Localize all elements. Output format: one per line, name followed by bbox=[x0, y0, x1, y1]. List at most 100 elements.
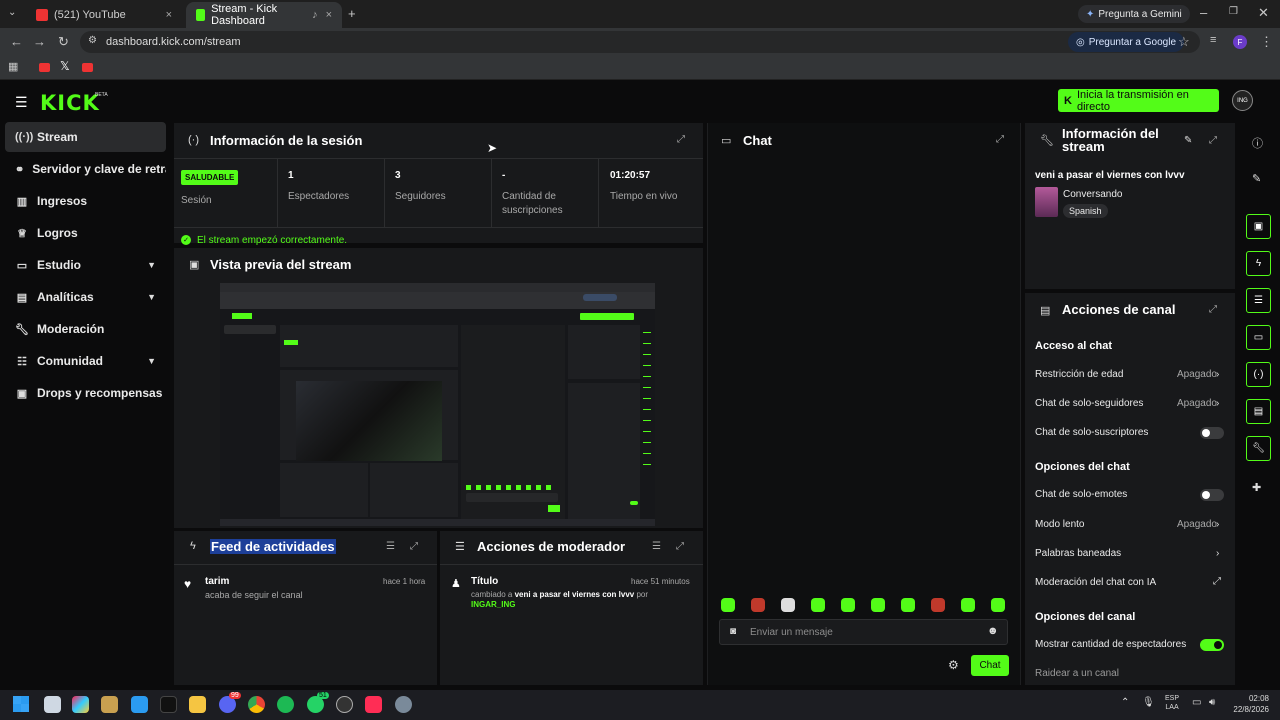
tab-kick-dashboard[interactable]: Stream - Kick Dashboard ♪ × bbox=[186, 2, 342, 28]
filter-icon[interactable]: ☰ bbox=[386, 541, 395, 552]
sidebar-item-studio[interactable]: ▭ Estudio ▼ bbox=[5, 250, 166, 280]
tray-chevron-icon[interactable]: ⌃ bbox=[1121, 697, 1129, 708]
emote-icon[interactable] bbox=[841, 598, 855, 612]
language-indicator[interactable]: ESP LAA bbox=[1165, 694, 1179, 712]
rail-stream-info-button[interactable]: 🔧︎ bbox=[1246, 436, 1271, 461]
emote-icon[interactable] bbox=[961, 598, 975, 612]
rail-activity-button[interactable]: ϟ bbox=[1246, 251, 1271, 276]
windows-start-icon[interactable] bbox=[13, 696, 29, 712]
expand-icon[interactable]: ⤢ bbox=[1209, 304, 1217, 315]
edit-pencil-icon[interactable]: ✎ bbox=[1184, 135, 1192, 146]
expand-icon[interactable]: ⤢ bbox=[676, 541, 684, 552]
sidebar-item-moderation[interactable]: 🔧︎ Moderación bbox=[5, 314, 166, 344]
tab-search-icon[interactable]: ⌄ bbox=[8, 7, 16, 18]
chrome-icon[interactable] bbox=[248, 696, 265, 713]
emote-icon[interactable] bbox=[931, 598, 945, 612]
stream-preview-video[interactable] bbox=[220, 283, 655, 526]
url-field[interactable]: ⚙ dashboard.kick.com/stream ◎ Preguntar … bbox=[80, 31, 1200, 53]
emote-icon[interactable] bbox=[871, 598, 885, 612]
obs-icon[interactable] bbox=[336, 696, 353, 713]
profile-avatar[interactable]: F bbox=[1233, 35, 1247, 49]
bookmark-star-icon[interactable]: ☆ bbox=[1178, 34, 1190, 50]
banned-words-label[interactable]: Palabras baneadas bbox=[1035, 548, 1121, 559]
expand-icon[interactable]: ⤢ bbox=[1209, 135, 1217, 146]
speaker-icon[interactable]: ♪ bbox=[312, 9, 318, 21]
filter-icon[interactable]: ☰ bbox=[652, 541, 661, 552]
external-link-icon[interactable]: ⤢ bbox=[1213, 576, 1221, 587]
chevron-right-icon[interactable]: › bbox=[1216, 519, 1219, 530]
youtube-bookmark-icon[interactable] bbox=[39, 63, 50, 72]
sidebar-item-achievements[interactable]: ♕ Logros bbox=[5, 218, 166, 248]
window-close-icon[interactable]: ✕ bbox=[1258, 5, 1269, 21]
add-widget-icon[interactable]: ✚ bbox=[1252, 481, 1261, 494]
minimize-icon[interactable]: – bbox=[1200, 5, 1207, 20]
app-icon[interactable] bbox=[101, 696, 118, 713]
tab-youtube[interactable]: (521) YouTube × bbox=[26, 2, 182, 28]
stream-category[interactable]: Conversando bbox=[1063, 189, 1122, 200]
close-icon[interactable]: × bbox=[166, 9, 172, 21]
go-live-button[interactable]: K Inicia la transmisión en directo bbox=[1058, 89, 1219, 113]
reading-list-icon[interactable]: ≡ bbox=[1210, 34, 1216, 46]
user-avatar[interactable]: ING bbox=[1232, 90, 1253, 111]
notes-app-icon[interactable] bbox=[131, 696, 148, 713]
sidebar-item-income[interactable]: ▥ Ingresos bbox=[5, 186, 166, 216]
rail-video-button[interactable]: ▣ bbox=[1246, 214, 1271, 239]
gemini-button[interactable]: ✦ Pregunta a Gemini bbox=[1078, 5, 1190, 23]
file-explorer-icon[interactable] bbox=[189, 696, 206, 713]
maximize-icon[interactable]: ❐ bbox=[1229, 6, 1238, 17]
x-bookmark-icon[interactable]: 𝕏 bbox=[60, 59, 70, 73]
show-viewers-toggle[interactable] bbox=[1200, 639, 1224, 651]
clock[interactable]: 02:08 22/8/2026 bbox=[1227, 693, 1269, 715]
capcut-icon[interactable] bbox=[160, 696, 177, 713]
kick-logo[interactable]: KICK bbox=[40, 91, 100, 115]
expand-icon[interactable]: ⤢ bbox=[677, 134, 685, 145]
sidebar-item-stream[interactable]: ((·)) Stream bbox=[5, 122, 166, 152]
feed-user[interactable]: tarim bbox=[205, 576, 229, 587]
back-icon[interactable]: ← bbox=[10, 34, 23, 49]
tiktok-icon[interactable] bbox=[365, 696, 382, 713]
emote-icon[interactable] bbox=[781, 598, 795, 612]
spotify-icon[interactable] bbox=[277, 696, 294, 713]
menu-kebab-icon[interactable]: ⋮ bbox=[1260, 34, 1273, 50]
copilot-icon[interactable] bbox=[72, 696, 89, 713]
sidebar-item-community[interactable]: ☷ Comunidad ▼ bbox=[5, 346, 166, 376]
emote-icon[interactable] bbox=[721, 598, 735, 612]
sidebar-item-drops[interactable]: ▣ Drops y recompensas bbox=[5, 378, 166, 408]
chat-send-button[interactable]: Chat bbox=[971, 655, 1009, 676]
rail-session-button[interactable]: (·) bbox=[1246, 362, 1271, 387]
emoji-icon[interactable]: ☻ bbox=[987, 625, 999, 637]
edit-pencil-icon[interactable]: ✎ bbox=[1252, 172, 1261, 185]
chevron-right-icon[interactable]: › bbox=[1216, 369, 1219, 380]
mod-action-user[interactable]: INGAR_ING bbox=[471, 600, 515, 609]
chevron-right-icon[interactable]: › bbox=[1216, 398, 1219, 409]
google-lens-button[interactable]: ◎ Preguntar a Google bbox=[1068, 32, 1185, 52]
emotes-only-toggle[interactable] bbox=[1200, 489, 1224, 501]
followers-only-label[interactable]: Chat de solo-seguidores bbox=[1035, 398, 1143, 409]
emote-icon[interactable] bbox=[751, 598, 765, 612]
category-thumbnail[interactable] bbox=[1035, 187, 1058, 217]
subs-only-toggle[interactable] bbox=[1200, 427, 1224, 439]
microphone-icon[interactable]: 🎙︎ bbox=[1142, 697, 1155, 708]
expand-icon[interactable]: ⤢ bbox=[410, 541, 418, 552]
settings-gear-icon[interactable]: ⚙ bbox=[948, 658, 959, 672]
reload-icon[interactable]: ↻ bbox=[58, 34, 69, 50]
hamburger-menu-icon[interactable]: ☰ bbox=[15, 94, 28, 111]
new-tab-button[interactable]: + bbox=[348, 6, 356, 21]
chat-input[interactable]: ◙ Enviar un mensaje ☻ bbox=[719, 619, 1008, 645]
forward-icon[interactable]: → bbox=[33, 34, 46, 49]
apps-grid-icon[interactable]: ▦ bbox=[8, 60, 18, 73]
emote-icon[interactable] bbox=[991, 598, 1005, 612]
sidebar-item-server-key[interactable]: ⚭ Servidor y clave de retransmisión bbox=[5, 154, 166, 184]
emote-icon[interactable] bbox=[901, 598, 915, 612]
expand-icon[interactable]: ⤢ bbox=[996, 134, 1004, 145]
raid-channel-label[interactable]: Raidear a un canal bbox=[1035, 668, 1119, 679]
rail-chat-button[interactable]: ▭ bbox=[1246, 325, 1271, 350]
site-info-icon[interactable]: ⚙ bbox=[88, 35, 97, 46]
rail-mod-actions-button[interactable]: ☰ bbox=[1246, 288, 1271, 313]
slow-mode-label[interactable]: Modo lento bbox=[1035, 519, 1084, 530]
volume-icon[interactable]: 🔊︎ bbox=[1209, 697, 1215, 708]
sidebar-item-analytics[interactable]: ▤ Analíticas ▼ bbox=[5, 282, 166, 312]
rail-channel-actions-button[interactable]: ▤ bbox=[1246, 399, 1271, 424]
ai-moderation-label[interactable]: Moderación del chat con IA bbox=[1035, 577, 1156, 588]
info-icon[interactable]: ⓘ bbox=[1252, 135, 1263, 151]
